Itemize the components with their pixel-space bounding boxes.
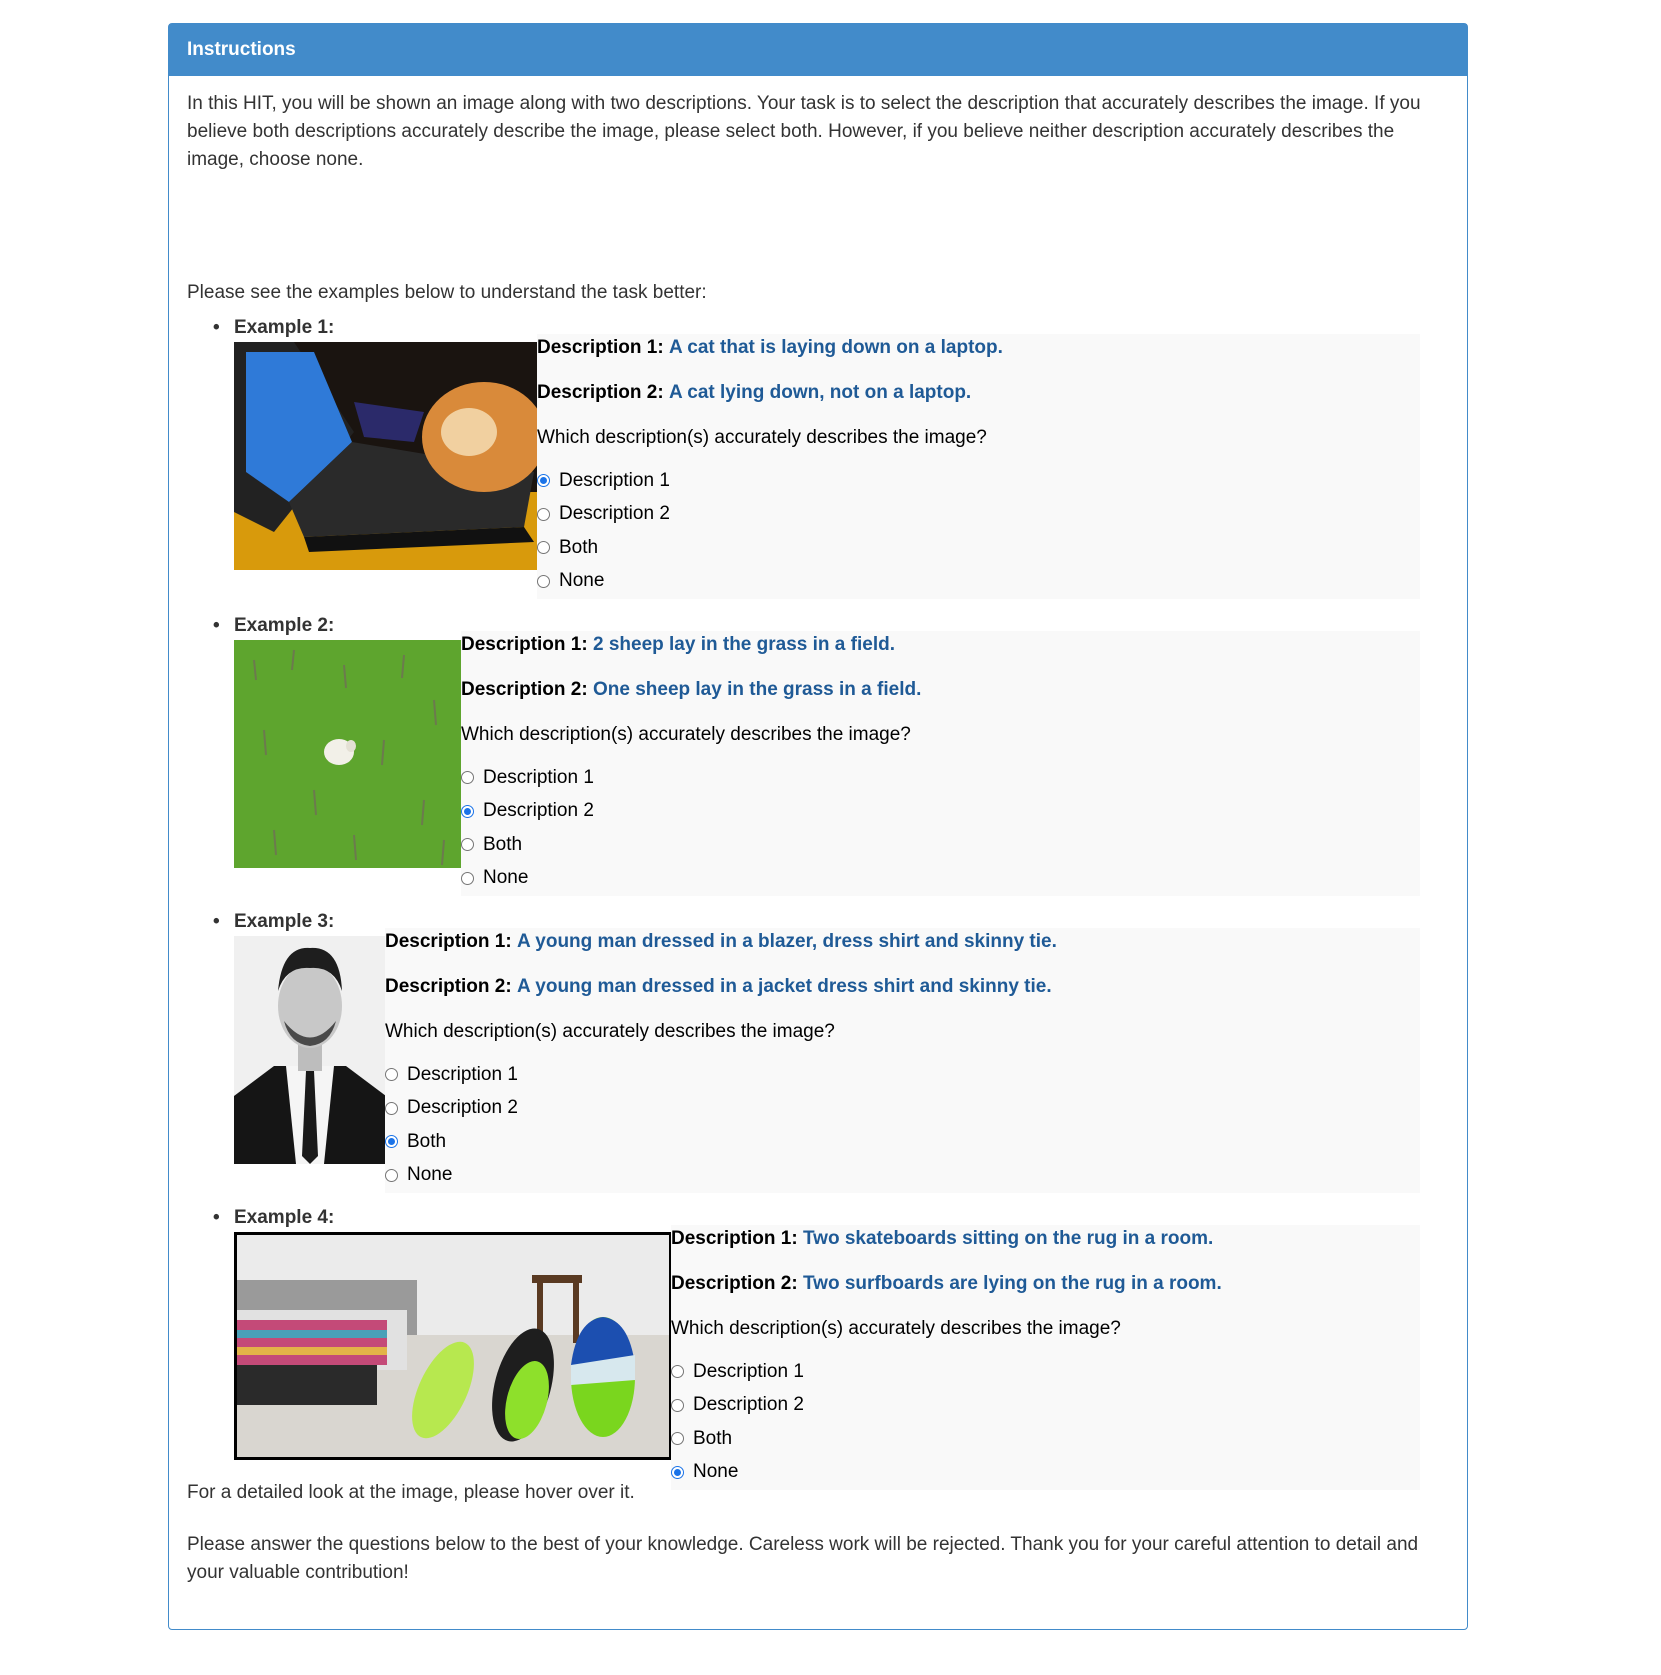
description-1-text: 2 sheep lay in the grass in a field. <box>592 634 895 655</box>
option-description-1[interactable]: Description 1 <box>385 1058 1420 1092</box>
example-4-box: Description 1: Two skateboards sitting o… <box>671 1225 1420 1490</box>
radio-description-1[interactable] <box>671 1365 684 1379</box>
list-bullet: • <box>213 911 220 932</box>
radio-none[interactable] <box>461 871 474 885</box>
radio-description-2[interactable] <box>671 1398 684 1412</box>
cat-on-laptop-photo[interactable] <box>234 342 538 570</box>
description-2: Description 2: Two surfboards are lying … <box>671 1270 1420 1315</box>
option-description-2[interactable]: Description 2 <box>537 498 1420 532</box>
list-bullet: • <box>213 615 220 636</box>
option-label: None <box>559 570 605 592</box>
question-text: Which description(s) accurately describe… <box>461 724 911 745</box>
description-2-text: A cat lying down, not on a laptop. <box>668 382 972 403</box>
description-1-label: Description 1: <box>461 634 588 655</box>
example-3-box: Description 1: A young man dressed in a … <box>385 928 1420 1193</box>
description-2-label: Description 2: <box>537 382 664 403</box>
option-label: Both <box>407 1130 447 1152</box>
question-text: Which description(s) accurately describe… <box>671 1318 1121 1339</box>
option-both[interactable]: Both <box>537 531 1420 565</box>
radio-both[interactable] <box>671 1432 684 1446</box>
radio-none[interactable] <box>537 574 550 588</box>
option-label: Both <box>693 1427 733 1449</box>
question-text: Which description(s) accurately describe… <box>385 1021 835 1042</box>
sheep-in-field-photo[interactable] <box>234 640 462 868</box>
closing-text: Please answer the questions below to the… <box>187 1534 1419 1583</box>
description-1: Description 1: A young man dressed in a … <box>385 928 1420 973</box>
description-1-text: A cat that is laying down on a laptop. <box>668 337 1003 358</box>
option-label: None <box>693 1461 739 1483</box>
option-both[interactable]: Both <box>461 828 1420 862</box>
radio-description-1[interactable] <box>537 474 550 488</box>
option-description-1[interactable]: Description 1 <box>461 761 1420 795</box>
option-label: Description 1 <box>483 766 594 788</box>
description-2-label: Description 2: <box>461 679 588 700</box>
description-1-text: Two skateboards sitting on the rug in a … <box>802 1228 1214 1249</box>
description-2-text: Two surfboards are lying on the rug in a… <box>802 1273 1222 1294</box>
question-text: Which description(s) accurately describe… <box>537 427 987 448</box>
surfboards-on-rug-photo[interactable] <box>234 1232 672 1460</box>
option-none[interactable]: None <box>537 565 1420 599</box>
option-none[interactable]: None <box>461 862 1420 896</box>
list-bullet: • <box>213 317 220 338</box>
option-description-1[interactable]: Description 1 <box>671 1355 1420 1389</box>
description-1: Description 1: 2 sheep lay in the grass … <box>461 631 1420 676</box>
option-none[interactable]: None <box>385 1159 1420 1193</box>
see-examples-text: Please see the examples below to underst… <box>187 282 707 303</box>
option-description-2[interactable]: Description 2 <box>461 795 1420 829</box>
option-none[interactable]: None <box>671 1456 1420 1490</box>
radio-description-2[interactable] <box>385 1101 398 1115</box>
radio-none[interactable] <box>385 1168 398 1182</box>
option-label: Description 2 <box>407 1097 518 1119</box>
panel-heading: Instructions <box>169 24 1467 76</box>
option-label: Description 2 <box>693 1394 804 1416</box>
example-3-label: Example 3: <box>234 911 335 932</box>
radio-description-1[interactable] <box>461 771 474 785</box>
man-in-suit-photo[interactable] <box>234 936 386 1164</box>
description-1: Description 1: A cat that is laying down… <box>537 334 1420 379</box>
radio-description-2[interactable] <box>537 507 550 521</box>
option-label: Description 1 <box>407 1063 518 1085</box>
intro-text: In this HIT, you will be shown an image … <box>187 93 1421 170</box>
option-label: None <box>407 1164 453 1186</box>
description-1-label: Description 1: <box>537 337 664 358</box>
radio-none[interactable] <box>671 1465 684 1479</box>
option-label: Description 1 <box>559 469 670 491</box>
example-1-box: Description 1: A cat that is laying down… <box>537 334 1420 599</box>
description-2: Description 2: A cat lying down, not on … <box>537 379 1420 424</box>
description-1-label: Description 1: <box>385 931 512 952</box>
option-both[interactable]: Both <box>671 1422 1420 1456</box>
option-description-1[interactable]: Description 1 <box>537 464 1420 498</box>
hover-note: For a detailed look at the image, please… <box>187 1482 635 1503</box>
description-2: Description 2: One sheep lay in the gras… <box>461 676 1420 721</box>
option-label: Description 2 <box>559 503 670 525</box>
example-2-label: Example 2: <box>234 615 335 636</box>
radio-both[interactable] <box>461 838 474 852</box>
option-label: Both <box>559 536 599 558</box>
radio-both[interactable] <box>537 541 550 555</box>
description-1: Description 1: Two skateboards sitting o… <box>671 1225 1420 1270</box>
description-2-label: Description 2: <box>671 1273 798 1294</box>
list-bullet: • <box>213 1207 220 1228</box>
description-1-text: A young man dressed in a blazer, dress s… <box>516 931 1057 952</box>
instructions-panel: Instructions In this HIT, you will be sh… <box>168 23 1468 1630</box>
example-4-label: Example 4: <box>234 1207 335 1228</box>
description-2-text: A young man dressed in a jacket dress sh… <box>516 976 1052 997</box>
radio-description-2[interactable] <box>461 804 474 818</box>
option-label: Description 2 <box>483 800 594 822</box>
description-2: Description 2: A young man dressed in a … <box>385 973 1420 1018</box>
option-description-2[interactable]: Description 2 <box>671 1389 1420 1423</box>
description-1-label: Description 1: <box>671 1228 798 1249</box>
option-label: None <box>483 867 529 889</box>
option-both[interactable]: Both <box>385 1125 1420 1159</box>
option-label: Description 1 <box>693 1360 804 1382</box>
option-description-2[interactable]: Description 2 <box>385 1092 1420 1126</box>
example-1-label: Example 1: <box>234 317 335 338</box>
radio-both[interactable] <box>385 1135 398 1149</box>
description-2-label: Description 2: <box>385 976 512 997</box>
description-2-text: One sheep lay in the grass in a field. <box>592 679 922 700</box>
radio-description-1[interactable] <box>385 1068 398 1082</box>
example-2-box: Description 1: 2 sheep lay in the grass … <box>461 631 1420 896</box>
option-label: Both <box>483 833 523 855</box>
